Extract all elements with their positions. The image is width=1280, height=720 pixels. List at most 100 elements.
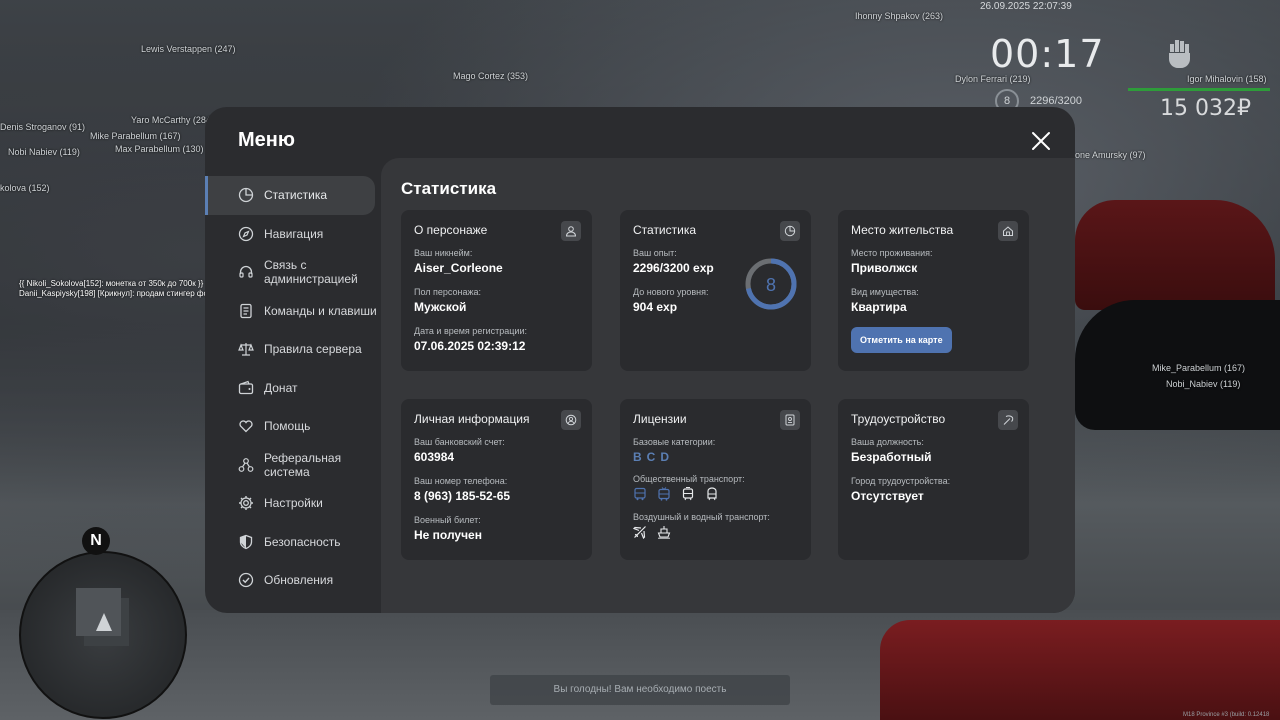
card-licenses: Лицензии Базовые категории: BCD Обществе… — [620, 399, 811, 560]
sidebar-item-label: Настройки — [264, 496, 323, 511]
sidebar-item-label: Связь с администрацией — [264, 258, 358, 287]
clock-pie-icon — [780, 221, 800, 241]
player-arrow-icon — [96, 613, 112, 631]
sidebar-item-label: Правила сервера — [264, 342, 362, 357]
field-label: Город трудоустройства: — [851, 476, 951, 486]
sidebar-item-label: Помощь — [264, 419, 311, 434]
card-statistics: Статистика Ваш опыт: 2296/3200 exp До но… — [620, 210, 811, 371]
compass-icon — [238, 226, 254, 241]
level-ring-value: 8 — [766, 275, 776, 295]
menu-sidebar: Статистика Навигация Связь с администрац… — [205, 176, 381, 600]
minimap — [19, 551, 187, 719]
sidebar-item-help[interactable]: Помощь — [205, 407, 381, 446]
field-label: Пол персонажа: — [414, 287, 482, 297]
player-tag: one Amursky (97) — [1075, 150, 1146, 160]
sidebar-item-navigation[interactable]: Навигация — [205, 215, 381, 254]
hud-time: 00:17 — [990, 32, 1105, 76]
sidebar-item-rules[interactable]: Правила сервера — [205, 330, 381, 369]
mark-on-map-button[interactable]: Отметить на карте — [851, 327, 952, 353]
sidebar-item-security[interactable]: Безопасность — [205, 523, 381, 562]
menu-window: Меню Статистика Навигация Связь с админи… — [205, 107, 1075, 613]
sidebar-item-label: Обновления — [264, 573, 334, 588]
heart-hand-icon — [239, 420, 253, 433]
player-tag: Nobi Nabiev (119) — [8, 147, 80, 157]
compass-north: N — [82, 527, 110, 555]
player-tag: Mike_Parabellum (167) — [1152, 363, 1246, 373]
scales-icon — [238, 343, 254, 356]
player-tag: Nobi_Nabiev (119) — [1166, 379, 1241, 389]
public-transport-licenses — [633, 487, 798, 501]
card-personal-info: Личная информация Ваш банковский счет: 6… — [401, 399, 592, 560]
build-label: M18 Province #3 (build: 0.12418 — [1183, 712, 1270, 718]
page-title: Статистика — [401, 179, 497, 198]
card-title: Трудоустройство — [851, 412, 946, 426]
sidebar-item-donate[interactable]: Донат — [205, 369, 381, 408]
bank-account-value: 603984 — [414, 450, 455, 464]
sex-value: Мужской — [414, 300, 467, 314]
shield-icon — [239, 534, 253, 549]
card-employment: Трудоустройство Ваша должность: Безработ… — [838, 399, 1029, 560]
fist-icon — [1169, 40, 1190, 68]
close-icon[interactable] — [1029, 129, 1053, 153]
ship-icon — [657, 526, 671, 539]
card-residence: Место жительства Место проживания: Приво… — [838, 210, 1029, 371]
sidebar-item-label: Статистика — [264, 188, 328, 203]
card-title: Лицензии — [633, 412, 687, 426]
trolleybus-icon — [658, 487, 670, 501]
hunger-notice: Вы голодны! Вам необходимо поесть — [490, 675, 790, 705]
license-category: B — [633, 450, 647, 464]
position-value: Безработный — [851, 450, 932, 464]
player-tag: Mike Parabellum (167) — [90, 131, 181, 141]
sidebar-item-label: Команды и клавиши — [264, 303, 377, 318]
user-circle-icon — [561, 410, 581, 430]
pickaxe-icon — [998, 410, 1018, 430]
field-label: Ваш номер телефона: — [414, 476, 508, 486]
sidebar-item-label: Навигация — [264, 226, 324, 241]
tram-icon — [682, 487, 694, 501]
sidebar-item-updates[interactable]: Обновления — [205, 561, 381, 600]
sidebar-item-commands[interactable]: Команды и клавиши — [205, 292, 381, 331]
sidebar-item-referral[interactable]: Реферальная система — [205, 446, 381, 485]
sidebar-item-settings[interactable]: Настройки — [205, 484, 381, 523]
hud-exp: 2296/3200 — [1030, 95, 1082, 107]
player-tag: Yaro McCarthy (284) — [131, 115, 214, 125]
license-category: C — [646, 450, 661, 464]
hud-date: 26.09.2025 22:07:39 — [980, 1, 1072, 12]
card-title: Личная информация — [414, 412, 530, 426]
scene-car-red — [1075, 200, 1275, 310]
sidebar-item-admin-contact[interactable]: Связь с администрацией — [205, 253, 381, 292]
employment-city-value: Отсутствует — [851, 489, 924, 503]
player-tag: Ihonny Shpakov (263) — [855, 11, 944, 21]
sidebar-item-label: Безопасность — [264, 534, 341, 549]
sidebar-item-statistics[interactable]: Статистика — [205, 176, 375, 215]
gear-icon — [239, 496, 253, 511]
keyboard-doc-icon — [240, 303, 252, 318]
referral-icon — [238, 457, 254, 472]
property-value: Квартира — [851, 300, 907, 314]
home-icon — [998, 221, 1018, 241]
level-ring: 8 — [745, 258, 797, 310]
phone-value: 8 (963) 185-52-65 — [414, 489, 511, 503]
player-tag: Igor Mihalovin (158) — [1187, 74, 1267, 84]
player-tag: kolova (152) — [0, 183, 50, 193]
hud-money: 15 032₽ — [1160, 96, 1251, 121]
card-title: Статистика — [633, 223, 697, 237]
field-label: Место проживания: — [851, 248, 933, 258]
field-label: Вид имущества: — [851, 287, 919, 297]
license-categories: BCD — [633, 450, 798, 464]
field-label: Ваш банковский счет: — [414, 437, 505, 447]
health-bar — [1128, 88, 1270, 91]
field-label: Дата и время регистрации: — [414, 326, 527, 336]
update-icon — [238, 573, 254, 588]
card-character: О персонаже Ваш никнейм: Aiser_Corleone … — [401, 210, 592, 371]
field-label: Базовые категории: — [633, 437, 716, 447]
player-tag: Lewis Verstappen (247) — [141, 44, 236, 54]
statistics-panel: Статистика О персонаже Ваш никнейм: Aise… — [381, 158, 1075, 613]
user-icon — [561, 221, 581, 241]
bus-icon — [634, 487, 646, 501]
license-category: D — [660, 450, 675, 464]
player-tag: Mago Cortez (353) — [453, 71, 529, 81]
residence-city-value: Приволжск — [851, 261, 918, 275]
military-id-value: Не получен — [414, 528, 482, 542]
field-label: Ваша должность: — [851, 437, 924, 447]
